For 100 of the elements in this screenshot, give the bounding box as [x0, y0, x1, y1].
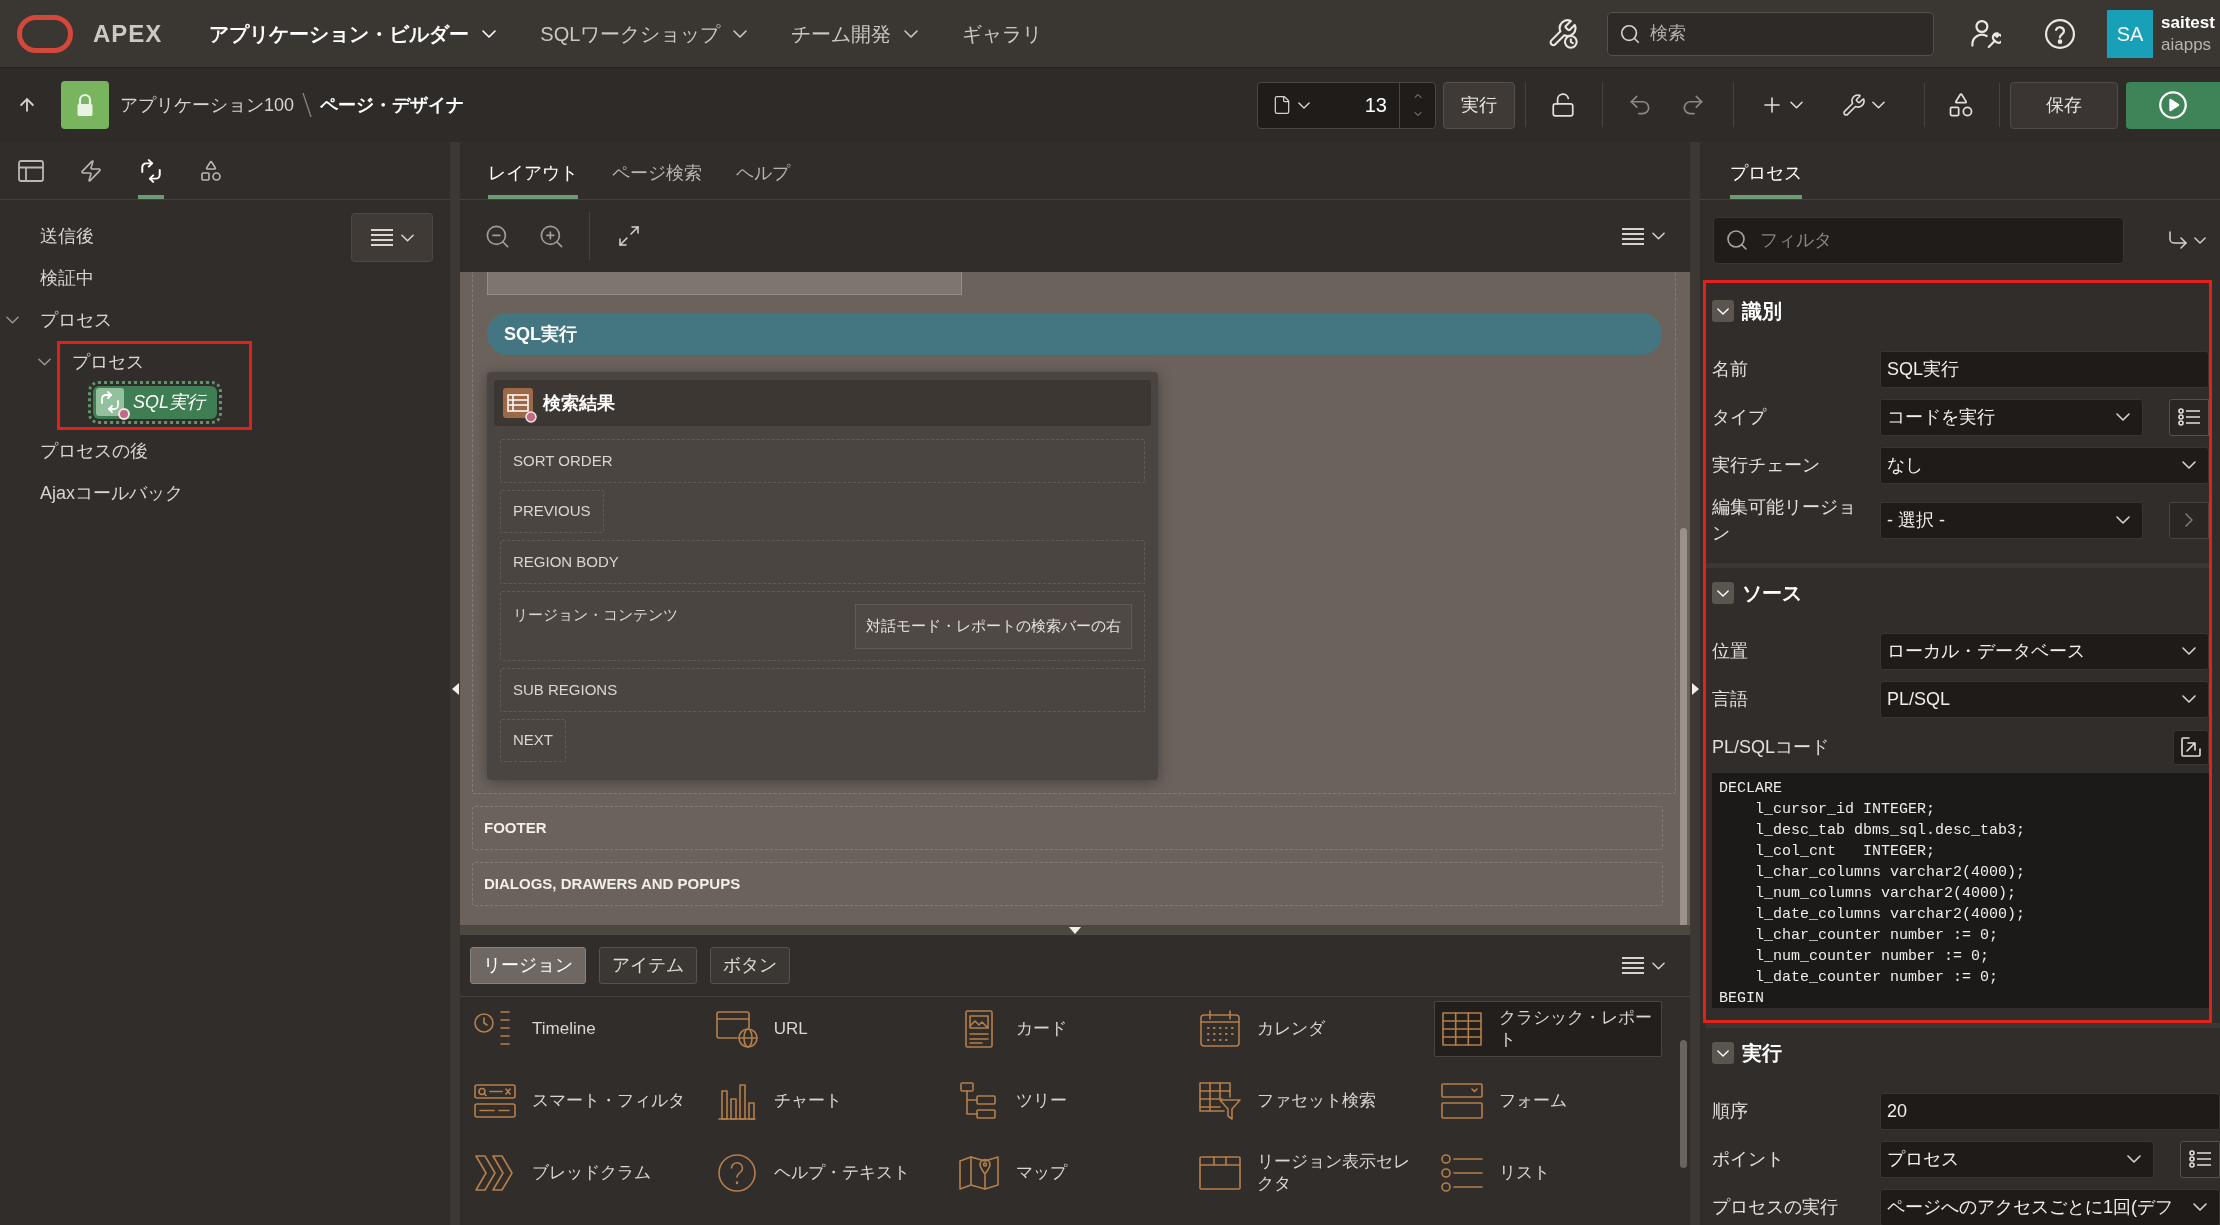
tree-item[interactable]: 送信後: [40, 222, 94, 250]
select-field[interactable]: コードを実行: [1880, 398, 2143, 436]
chevron-down-icon: [1717, 307, 1729, 315]
chevron-down-icon[interactable]: [37, 358, 51, 366]
chevron-down-icon: [1717, 1049, 1729, 1057]
page-number-field[interactable]: 13: [1364, 90, 1399, 120]
chevron-down-icon[interactable]: [5, 316, 19, 324]
process-node[interactable]: SQL実行: [88, 380, 223, 424]
expand-icon[interactable]: [617, 224, 641, 248]
triangle-down-icon[interactable]: [1069, 926, 1081, 934]
tab[interactable]: プロセス: [1730, 142, 1802, 199]
table-filter-icon: [1198, 1081, 1243, 1121]
collapse-toggle[interactable]: [1712, 582, 1734, 604]
shapes-icon[interactable]: [198, 159, 224, 183]
goto-menu-button[interactable]: [2166, 228, 2206, 252]
scrollbar-thumb[interactable]: [1679, 528, 1687, 925]
gallery-tab[interactable]: ボタン: [710, 947, 790, 984]
gallery-item[interactable]: URL: [708, 1001, 937, 1057]
tree-item[interactable]: プロセス: [72, 348, 144, 376]
code-line: l_num_columns varchar2(4000);: [1754, 884, 2017, 904]
text-field[interactable]: 20: [1880, 1092, 2220, 1130]
select-field[interactable]: プロセス: [1880, 1140, 2154, 1178]
breadcrumb-link[interactable]: アプリケーション100: [120, 91, 295, 119]
gallery-item[interactable]: カレンダ: [1192, 1001, 1421, 1057]
menu-button[interactable]: [1622, 957, 1665, 974]
collapse-toggle[interactable]: [1712, 300, 1734, 322]
select-field[interactable]: ページへのアクセスごとに1回(デフ: [1880, 1188, 2220, 1225]
text-field[interactable]: SQL実行: [1880, 350, 2209, 388]
menu-button[interactable]: [1622, 227, 1665, 245]
tree-item[interactable]: プロセス: [40, 306, 112, 334]
gallery-item[interactable]: ブレッドクラム: [467, 1145, 695, 1201]
gallery-item[interactable]: ヘルプ・テキスト: [708, 1145, 937, 1201]
triangle-right-icon[interactable]: [1691, 683, 1699, 695]
gallery-item[interactable]: クラシック・レポート: [1434, 1001, 1663, 1057]
search-field[interactable]: 検索: [1607, 11, 1934, 56]
gallery-item[interactable]: カード: [950, 1001, 1179, 1057]
tree-item[interactable]: Ajaxコールバック: [40, 479, 183, 507]
gallery-item[interactable]: フォーム: [1434, 1073, 1663, 1129]
search-icon: [1619, 22, 1641, 45]
select-field[interactable]: ローカル・データベース: [1880, 632, 2209, 670]
gallery-item[interactable]: チャート: [708, 1073, 937, 1129]
nav-menu[interactable]: アプリケーション・ビルダー: [209, 18, 497, 49]
chevron-down-icon: [2116, 413, 2130, 421]
layout-icon[interactable]: [18, 159, 44, 183]
gallery-item[interactable]: リスト: [1434, 1145, 1663, 1201]
list-button[interactable]: [2169, 398, 2209, 436]
report-icon: [503, 388, 533, 418]
select-field[interactable]: なし: [1880, 446, 2209, 484]
scrollbar-thumb[interactable]: [1679, 1040, 1687, 1168]
run-button[interactable]: [2126, 81, 2220, 129]
chevron-down-icon: [2182, 647, 2196, 655]
filter-field[interactable]: フィルタ: [1713, 216, 2124, 264]
tab[interactable]: ページ検索: [612, 142, 702, 199]
menu-icon: [370, 229, 393, 246]
region-slot: PREVIOUS: [500, 490, 604, 533]
nav-menu[interactable]: チーム開発: [791, 18, 919, 49]
nav-menu[interactable]: ギャラリ: [962, 18, 1043, 49]
breadcrumb-current[interactable]: ページ・デザイナ: [320, 91, 465, 119]
play-circle-icon: [2159, 91, 2187, 119]
property-label: プロセスの実行: [1712, 1197, 1838, 1217]
gallery-item[interactable]: ファセット検索: [1192, 1073, 1421, 1129]
tab[interactable]: ヘルプ: [736, 142, 790, 199]
shapes-icon[interactable]: [1947, 91, 1975, 119]
gallery-tab[interactable]: リージョン: [470, 947, 586, 984]
select-field[interactable]: - 選択 -: [1880, 501, 2143, 539]
loop-arrows-icon[interactable]: [138, 159, 164, 183]
unlock-icon[interactable]: [1550, 92, 1576, 118]
property-label: ポイント: [1712, 1149, 1784, 1169]
gallery-tab[interactable]: アイテム: [599, 947, 697, 984]
gallery-item[interactable]: ツリー: [950, 1073, 1179, 1129]
menu-button[interactable]: [351, 213, 433, 262]
dot-icon: [118, 407, 130, 420]
tab[interactable]: レイアウト: [488, 142, 578, 199]
wrench-clock-icon[interactable]: [1548, 18, 1578, 49]
go-button[interactable]: 実行: [1443, 81, 1515, 129]
collapse-toggle[interactable]: [1712, 1042, 1734, 1064]
select-field[interactable]: PL/SQL: [1880, 680, 2209, 718]
bolt-icon[interactable]: [78, 159, 104, 183]
slot-position[interactable]: 対話モード・レポートの検索バーの右: [855, 604, 1132, 649]
process-bar[interactable]: SQL実行: [487, 313, 1662, 355]
corner-arrow-icon: [2166, 228, 2190, 252]
gallery-item[interactable]: リージョン表示セレクタ: [1192, 1145, 1421, 1201]
code-editor[interactable]: [1712, 773, 2209, 1008]
logo-icon: [17, 14, 73, 53]
help-icon[interactable]: [2045, 18, 2075, 49]
code-expand-button[interactable]: [2173, 729, 2209, 765]
gallery-item[interactable]: スマート・フィルタ: [467, 1073, 695, 1129]
nav-menu[interactable]: SQLワークショップ: [540, 18, 748, 49]
tree-item[interactable]: 検証中: [40, 264, 94, 292]
wrench-icon: [1842, 93, 1866, 117]
tree-item[interactable]: プロセスの後: [40, 437, 148, 465]
filter-panel-icon: [473, 1081, 517, 1121]
gallery-item[interactable]: Timeline: [467, 1001, 695, 1057]
gallery-item[interactable]: マップ: [950, 1145, 1179, 1201]
triangle-left-icon[interactable]: [451, 683, 459, 695]
region-card[interactable]: 検索結果 SORT ORDER PREVIOUS REGION BODY リージョン・コンテンツ 対話モード・レポートの検索バーの右 SUB REGIONS NEXT: [487, 372, 1158, 780]
save-button[interactable]: 保存: [2010, 81, 2118, 129]
user-wrench-icon[interactable]: [1971, 18, 2001, 49]
list-button[interactable]: [2180, 1140, 2220, 1178]
page-selector[interactable]: 13: [1257, 81, 1436, 129]
